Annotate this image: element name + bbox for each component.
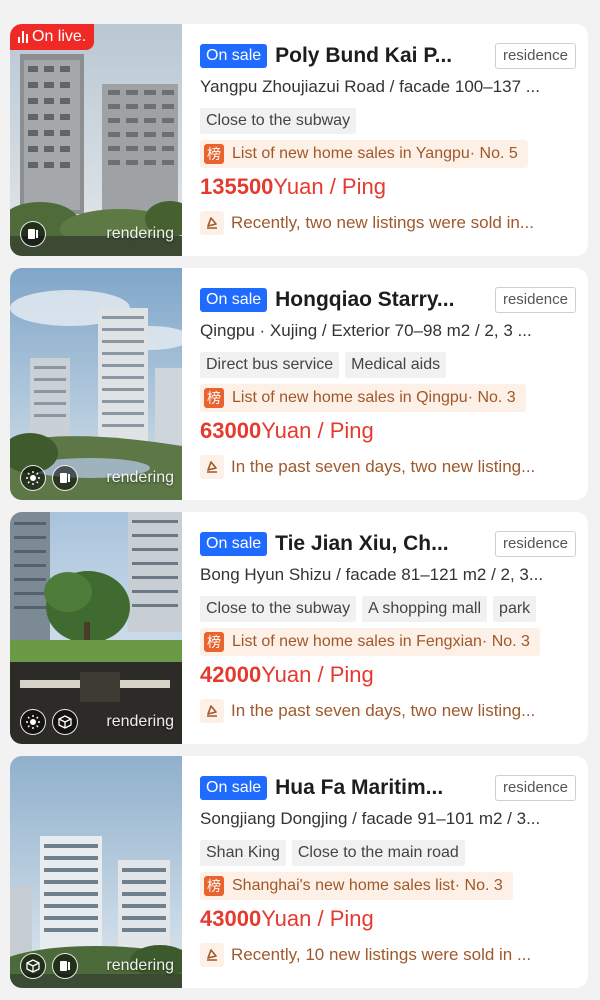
status-badge: On sale [200, 776, 268, 800]
rank-text: List of new home sales in Qingpu· No. 3 [232, 389, 516, 406]
tag: park [493, 596, 537, 622]
thumb-footer: rendering [20, 708, 174, 736]
listing-card-tie-jian-xiu[interactable]: rendering On sale Tie Jian Xiu, Ch... re… [10, 512, 588, 744]
tag-list: Direct bus service Medical aids [200, 352, 576, 378]
news-text: In the past seven days, two new listing.… [231, 701, 536, 720]
listing-title[interactable]: Tie Jian Xiu, Ch... [275, 532, 475, 556]
news-row[interactable]: Recently, 10 new listings were sold in .… [200, 942, 576, 968]
rendering-label: rendering [106, 713, 174, 730]
listing-address: Songjiang Dongjing / facade 91–101 m2 / … [200, 809, 541, 828]
hot-news-icon [200, 211, 224, 235]
news-text: Recently, two new listings were sold in.… [231, 213, 534, 232]
type-badge: residence [494, 287, 576, 313]
rank-text: List of new home sales in Yangpu· No. 5 [232, 145, 518, 162]
rendering-label: rendering [106, 957, 174, 974]
price: 43000Yuan / Ping [200, 906, 374, 932]
listing-info: On sale Poly Bund Kai P... residence Yan… [200, 24, 588, 256]
price-unit: Yuan / Ping [261, 662, 374, 687]
price-value: 43000 [200, 906, 262, 931]
listing-info: On sale Tie Jian Xiu, Ch... residence Bo… [200, 512, 588, 744]
vr-icon[interactable] [20, 465, 46, 491]
live-badge[interactable]: On live. [10, 24, 95, 50]
listing-info: On sale Hua Fa Maritim... residence Song… [200, 756, 588, 988]
type-badge: residence [494, 775, 576, 801]
listing-card-hua-fa[interactable]: rendering On sale Hua Fa Maritim... resi… [10, 756, 588, 988]
news-row[interactable]: In the past seven days, two new listing.… [200, 454, 576, 480]
hot-news-icon [200, 455, 224, 479]
listing-photo[interactable]: rendering [10, 756, 182, 988]
price-unit: Yuan / Ping [273, 174, 386, 199]
listing-card-poly-bund[interactable]: On live. rendering On sale Poly Bund Kai… [10, 24, 588, 256]
rank-text: Shanghai's new home sales list· No. 3 [232, 877, 503, 894]
vr-icon[interactable] [20, 709, 46, 735]
tag: Shan King [200, 840, 286, 866]
rank-icon: 榜 [204, 388, 224, 408]
tag-list: Close to the subway [200, 108, 576, 134]
rendering-label: rendering [106, 469, 174, 486]
news-text: In the past seven days, two new listing.… [231, 457, 536, 476]
3d-cube-icon[interactable] [52, 709, 78, 735]
tag: Close to the subway [200, 108, 357, 134]
listing-photo[interactable]: On live. rendering [10, 24, 182, 256]
rank-text: List of new home sales in Fengxian· No. … [232, 633, 530, 650]
type-badge: residence [494, 43, 576, 69]
tag: Close to the main road [291, 840, 465, 866]
price-value: 63000 [200, 418, 262, 443]
listing-photo[interactable]: rendering [10, 268, 182, 500]
album-icon[interactable] [20, 221, 46, 247]
tag: Direct bus service [200, 352, 340, 378]
price: 63000Yuan / Ping [200, 418, 374, 444]
news-row[interactable]: In the past seven days, two new listing.… [200, 698, 576, 724]
listing-title[interactable]: Hua Fa Maritim... [275, 776, 475, 800]
rank-icon: 榜 [204, 144, 224, 164]
tag: Medical aids [345, 352, 447, 378]
tag-list: Close to the subway A shopping mall park [200, 596, 576, 622]
tag: A shopping mall [362, 596, 488, 622]
album-icon[interactable] [52, 465, 78, 491]
price-value: 135500 [200, 174, 274, 199]
thumb-footer: rendering [20, 952, 174, 980]
hot-news-icon [200, 943, 224, 967]
live-badge-label: On live. [32, 28, 87, 45]
rank-icon: 榜 [204, 876, 224, 896]
listing-address: Qingpu · Xujing / Exterior 70–98 m2 / 2,… [200, 321, 532, 340]
album-icon[interactable] [52, 953, 78, 979]
thumb-footer: rendering [20, 220, 174, 248]
listing-card-hongqiao[interactable]: rendering On sale Hongqiao Starry... res… [10, 268, 588, 500]
rank-banner[interactable]: 榜 List of new home sales in Qingpu· No. … [200, 384, 526, 412]
price-value: 42000 [200, 662, 262, 687]
live-bars-icon [18, 31, 28, 43]
listing-address: Yangpu Zhoujiazui Road / facade 100–137 … [200, 77, 540, 96]
thumb-footer: rendering [20, 464, 174, 492]
hot-news-icon [200, 699, 224, 723]
rank-icon: 榜 [204, 632, 224, 652]
listing-info: On sale Hongqiao Starry... residence Qin… [200, 268, 588, 500]
listing-title[interactable]: Poly Bund Kai P... [275, 44, 475, 68]
rank-banner[interactable]: 榜 List of new home sales in Yangpu· No. … [200, 140, 528, 168]
price-unit: Yuan / Ping [261, 906, 374, 931]
status-badge: On sale [200, 288, 268, 312]
price: 135500Yuan / Ping [200, 174, 386, 200]
price: 42000Yuan / Ping [200, 662, 374, 688]
price-unit: Yuan / Ping [261, 418, 374, 443]
listing-title[interactable]: Hongqiao Starry... [275, 288, 475, 312]
status-badge: On sale [200, 532, 268, 556]
news-text: Recently, 10 new listings were sold in .… [231, 945, 532, 964]
tag-list: Shan King Close to the main road [200, 840, 576, 866]
status-badge: On sale [200, 44, 268, 68]
rank-banner[interactable]: 榜 List of new home sales in Fengxian· No… [200, 628, 540, 656]
rank-banner[interactable]: 榜 Shanghai's new home sales list· No. 3 [200, 872, 513, 900]
rendering-label: rendering [106, 225, 174, 242]
type-badge: residence [494, 531, 576, 557]
listing-photo[interactable]: rendering [10, 512, 182, 744]
listing-address: Bong Hyun Shizu / facade 81–121 m2 / 2, … [200, 565, 544, 584]
tag: Close to the subway [200, 596, 357, 622]
news-row[interactable]: Recently, two new listings were sold in.… [200, 210, 576, 236]
3d-cube-icon[interactable] [20, 953, 46, 979]
